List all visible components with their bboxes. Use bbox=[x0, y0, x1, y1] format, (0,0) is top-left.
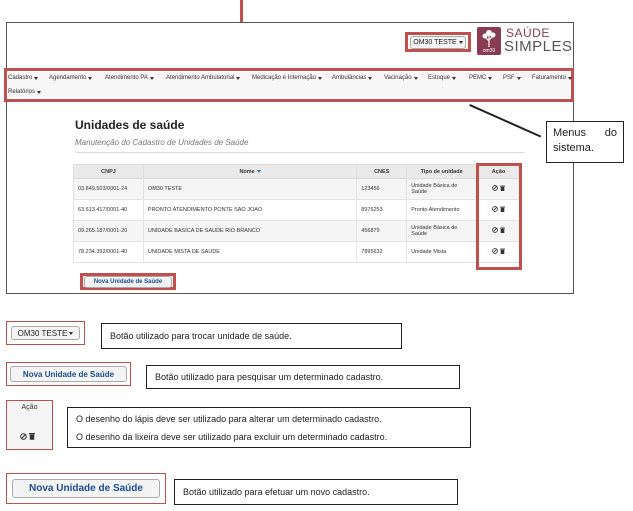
nav-item-atendimento-pa[interactable]: Atendimento PA bbox=[105, 75, 154, 81]
cell-nome: UNIDADE MISTA DE SAUDE bbox=[142, 241, 358, 263]
cell-cnpj: 03.849.503/0001-24 bbox=[73, 178, 144, 200]
nav-item-agendamento[interactable]: Agendamento bbox=[49, 75, 93, 81]
callout-menus: Menus do sistema. bbox=[546, 121, 624, 163]
legend-switch-unit-label: OM30 TESTE bbox=[17, 328, 68, 338]
nav-item-vacinacao[interactable]: Vacinação bbox=[384, 75, 418, 81]
tree-logo-icon bbox=[482, 30, 496, 47]
legend-action-line-1: O desenho do lápis deve ser utilizado pa… bbox=[76, 413, 382, 424]
column-header-cnpj[interactable]: CNPJ bbox=[73, 164, 144, 179]
nav-item-medicacao-internacao[interactable]: Medicação e Internação bbox=[252, 75, 323, 81]
delete-trash-icon[interactable] bbox=[29, 432, 35, 440]
cell-cnes: 123456 bbox=[356, 178, 408, 200]
nav-item-pemc[interactable]: PEMC bbox=[469, 75, 493, 81]
action-column-highlight bbox=[476, 163, 522, 270]
column-header-tipo[interactable]: Tipo de unidade bbox=[406, 164, 478, 179]
edit-pencil-icon[interactable] bbox=[20, 432, 27, 440]
table-row: 03.849.503/0001-24 OM30 TESTE 123456 Uni… bbox=[73, 178, 521, 200]
table-row: 09.265.187/0001-20 UNIDADE BASICA DE SAU… bbox=[73, 220, 521, 242]
switch-unit-label: OM30 TESTE bbox=[413, 39, 457, 46]
caret-down-icon bbox=[318, 76, 323, 80]
nav-item-psf[interactable]: PSF bbox=[503, 75, 521, 81]
cell-nome: OM30 TESTE bbox=[142, 178, 358, 200]
caret-down-icon bbox=[368, 76, 373, 80]
legend-new-button[interactable]: Nova Unidade de Saúde bbox=[12, 479, 160, 498]
cell-nome: UNIDADE BASICA DE SAUDE RIO BRANCO bbox=[142, 220, 358, 242]
legend-text-unit: Botão utilizado para trocar unidade de s… bbox=[101, 323, 402, 349]
legend-switch-unit-button[interactable]: OM30 TESTE bbox=[11, 326, 80, 340]
caret-down-icon bbox=[488, 76, 493, 80]
logo-mark-text: om30 bbox=[482, 48, 496, 54]
cell-tipo: Unidade Básica de Saúde bbox=[406, 178, 478, 200]
cell-tipo: Unidade Básica de Saúde bbox=[406, 220, 478, 242]
nav-item-ambulancias[interactable]: Ambulâncias bbox=[332, 75, 373, 81]
table-row: 63.613.417/0001-40 PRONTO ATENDIMENTO PO… bbox=[73, 199, 521, 221]
cell-cnes: 8976253 bbox=[356, 199, 408, 221]
caret-down-icon bbox=[458, 41, 463, 44]
caret-down-icon bbox=[34, 76, 39, 80]
caret-down-icon bbox=[568, 76, 573, 80]
cell-cnes: 7895632 bbox=[356, 241, 408, 263]
new-unit-button[interactable]: Nova Unidade de Saúde bbox=[84, 276, 172, 288]
units-table: CNPJ Nome CNES Tipo de unidade Ação 03.8… bbox=[73, 164, 521, 263]
legend-action-header: Ação bbox=[21, 404, 38, 411]
caret-down-icon bbox=[236, 76, 241, 80]
caret-down-icon bbox=[452, 76, 457, 80]
logo-word-simples: SIMPLES bbox=[504, 38, 573, 55]
caret-down-icon bbox=[69, 331, 74, 335]
cell-tipo: Pronto Atendimento bbox=[406, 199, 478, 221]
cell-cnpj: 78.234.392/0001-40 bbox=[73, 241, 144, 263]
cell-cnes: 456879 bbox=[356, 220, 408, 242]
page-title: Unidades de saúde bbox=[75, 118, 185, 132]
nav-item-relatorios[interactable]: Relatórios bbox=[8, 89, 42, 95]
divider bbox=[75, 152, 525, 153]
legend-text-search: Botão utilizado para pesquisar um determ… bbox=[146, 365, 460, 389]
nav-item-faturamento[interactable]: Faturamento bbox=[532, 75, 573, 81]
caret-down-icon bbox=[37, 90, 42, 94]
caret-down-icon bbox=[88, 76, 93, 80]
nav-item-atendimento-ambulatorial[interactable]: Atendimento Ambulatorial bbox=[166, 75, 241, 81]
main-nav: Cadastro Agendamento Atendimento PA Aten… bbox=[8, 72, 573, 98]
caret-down-icon bbox=[516, 76, 521, 80]
nav-item-estoque[interactable]: Estoque bbox=[428, 75, 457, 81]
legend-action-line-2: O desenho da lixeira deve ser utilizado … bbox=[76, 431, 388, 442]
legend-text-action: O desenho do lápis deve ser utilizado pa… bbox=[67, 407, 471, 448]
page-subtitle: Manutenção do Cadastro de Unidades de Sa… bbox=[75, 138, 249, 147]
switch-unit-button[interactable]: OM30 TESTE bbox=[410, 36, 466, 49]
caret-down-icon bbox=[149, 76, 154, 80]
table-header-row: CNPJ Nome CNES Tipo de unidade Ação bbox=[73, 164, 521, 179]
nav-item-cadastro[interactable]: Cadastro bbox=[8, 75, 39, 81]
cell-nome: PRONTO ATENDIMENTO PONTE SAO JOAO bbox=[142, 199, 358, 221]
column-header-cnes[interactable]: CNES bbox=[356, 164, 408, 179]
legend-text-new: Botão utilizado para efetuar um novo cad… bbox=[174, 479, 458, 505]
sort-caret-icon bbox=[256, 169, 261, 173]
column-header-nome[interactable]: Nome bbox=[142, 164, 358, 179]
cell-cnpj: 09.265.187/0001-20 bbox=[73, 220, 144, 242]
legend-action-icons bbox=[20, 432, 35, 440]
caret-down-icon bbox=[413, 76, 418, 80]
cell-tipo: Unidade Mista bbox=[406, 241, 478, 263]
cell-cnpj: 63.613.417/0001-40 bbox=[73, 199, 144, 221]
table-row: 78.234.392/0001-40 UNIDADE MISTA DE SAUD… bbox=[73, 241, 521, 263]
legend-search-button[interactable]: Nova Unidade de Saúde bbox=[10, 366, 127, 382]
